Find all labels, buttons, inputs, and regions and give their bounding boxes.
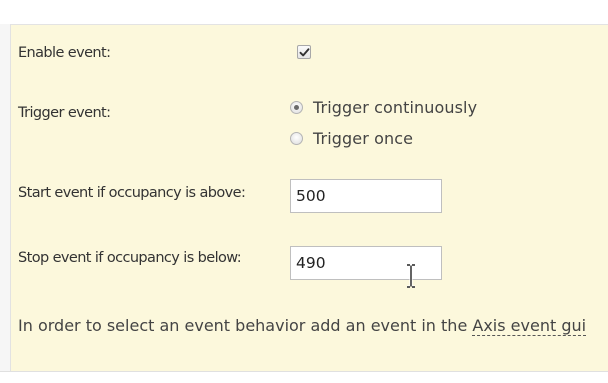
left-border [0, 24, 11, 371]
event-behavior-note: In order to select an event behavior add… [18, 315, 603, 337]
enable-event-label: Enable event: [18, 45, 111, 61]
start-event-label: Start event if occupancy is above: [18, 185, 246, 201]
trigger-once-option[interactable]: Trigger once [290, 128, 413, 148]
checkmark-icon [299, 48, 310, 57]
stop-event-label: Stop event if occupancy is below: [18, 250, 242, 266]
stop-occupancy-input[interactable] [290, 246, 442, 280]
event-behavior-note-text: In order to select an event behavior add… [18, 316, 473, 335]
trigger-event-label: Trigger event: [18, 105, 111, 121]
event-settings-window: Enable event: Trigger event: Trigger con… [0, 0, 608, 383]
top-strip [0, 0, 608, 25]
trigger-once-radio[interactable] [290, 131, 303, 145]
start-occupancy-input[interactable] [290, 179, 442, 213]
text-cursor-icon [407, 264, 415, 288]
enable-event-checkbox[interactable] [297, 45, 311, 59]
trigger-continuously-option[interactable]: Trigger continuously [290, 97, 477, 117]
trigger-once-label: Trigger once [313, 128, 414, 148]
trigger-continuously-radio[interactable] [290, 100, 303, 114]
axis-event-gui-link[interactable]: Axis event gui [472, 316, 587, 336]
trigger-continuously-label: Trigger continuously [313, 97, 478, 117]
